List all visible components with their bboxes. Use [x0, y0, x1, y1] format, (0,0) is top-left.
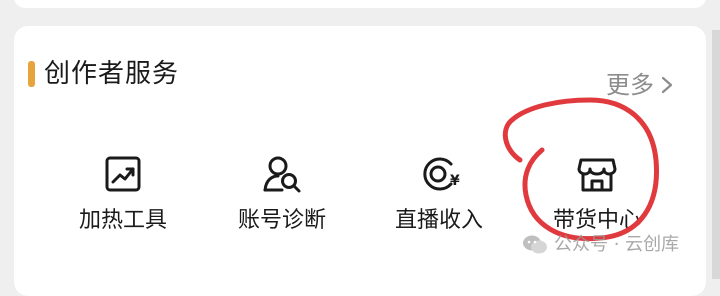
- tool-label: 加热工具: [78, 208, 167, 233]
- tool-label: 账号诊断: [237, 208, 326, 233]
- user-search-icon: [263, 156, 301, 193]
- live-income-icon: ¥: [423, 157, 460, 191]
- storefront-icon: [577, 158, 617, 192]
- watermark-text: 公众号 · 云创库: [554, 234, 680, 255]
- title-accent-bar: [28, 61, 35, 87]
- chevron-right-icon: [661, 76, 673, 94]
- tool-live-income[interactable]: ¥ 直播收入: [369, 152, 509, 236]
- wechat-icon: [523, 235, 547, 254]
- previous-card: [14, 0, 706, 8]
- trend-chart-icon: [105, 156, 141, 192]
- more-link[interactable]: 更多: [606, 70, 676, 100]
- svg-text:¥: ¥: [450, 173, 460, 189]
- tool-account-diagnosis[interactable]: 账号诊断: [212, 152, 352, 236]
- tool-label: 带货中心: [552, 208, 641, 233]
- tool-label: 直播收入: [394, 208, 483, 233]
- tool-heating[interactable]: 加热工具: [53, 152, 193, 236]
- section-header: 创作者服务: [28, 60, 179, 88]
- watermark: 公众号 · 云创库: [522, 233, 679, 257]
- tool-grid: 加热工具 账号诊断 ¥ 直播收入 带货中心: [0, 152, 720, 242]
- section-title: 创作者服务: [44, 59, 180, 89]
- tool-sales-center[interactable]: 带货中心: [527, 152, 667, 236]
- more-label: 更多: [606, 71, 654, 99]
- right-edge: [712, 30, 720, 279]
